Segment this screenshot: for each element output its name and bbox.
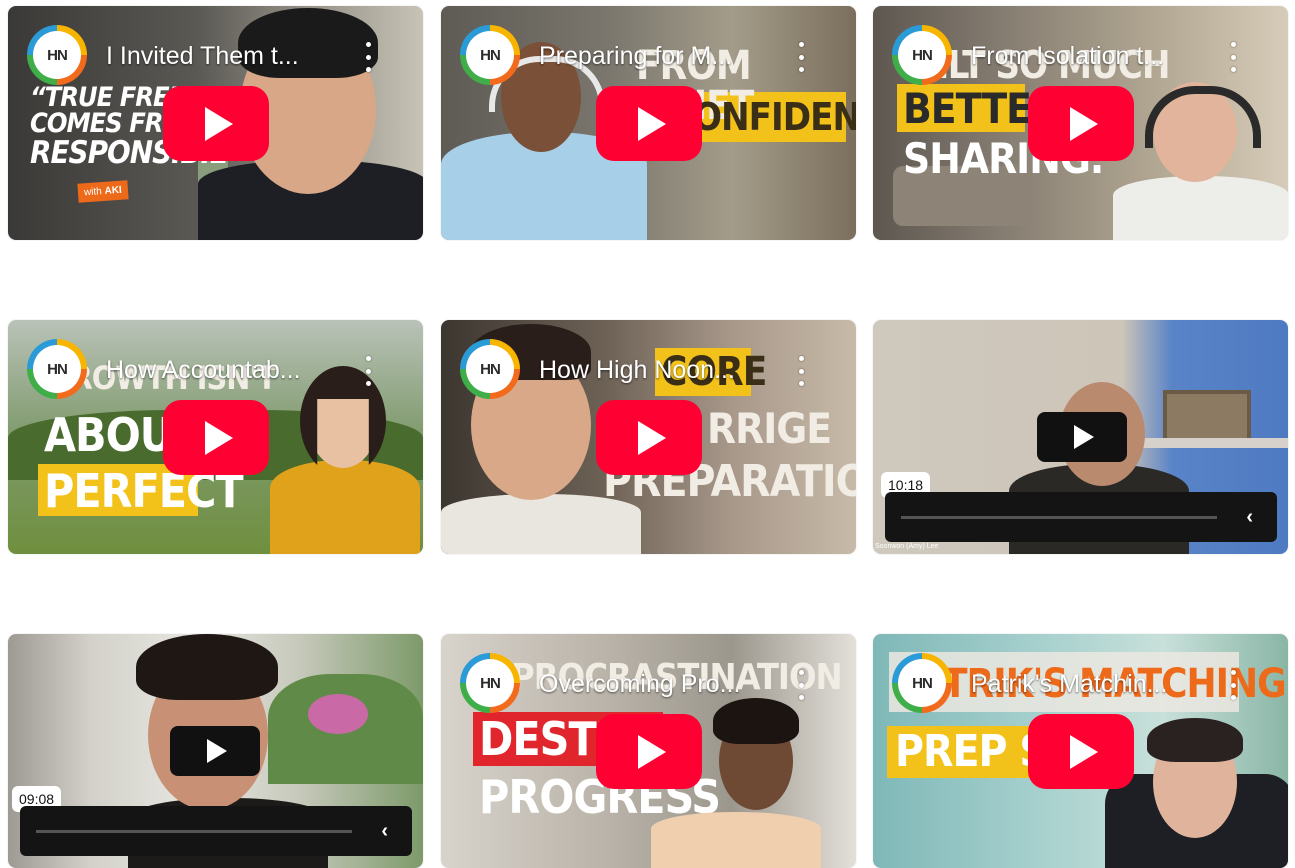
video-card[interactable]: FELT SO MUCH BETTER SHARING. HN From Iso… xyxy=(873,6,1288,240)
youtube-play-icon[interactable] xyxy=(596,400,702,475)
youtube-play-icon[interactable] xyxy=(596,86,702,161)
play-icon[interactable] xyxy=(1037,412,1127,462)
chevron-left-icon[interactable]: ‹ xyxy=(1246,506,1253,529)
more-vert-icon[interactable] xyxy=(796,42,806,72)
person-hair xyxy=(713,698,799,744)
video-card[interactable]: PROCRASTINATION DESTRO PROGRESS HN Overc… xyxy=(441,634,856,868)
video-title[interactable]: I Invited Them t... xyxy=(106,42,336,71)
video-player[interactable]: 10:18 ‹ Soonwon (Amy) Lee xyxy=(873,320,1288,554)
person-figure xyxy=(1113,176,1288,240)
person-hair xyxy=(1147,718,1243,762)
more-vert-icon[interactable] xyxy=(363,42,373,72)
youtube-play-icon[interactable] xyxy=(1028,86,1134,161)
channel-logo-icon[interactable]: HN xyxy=(460,25,520,85)
video-title[interactable]: From Isolation t... xyxy=(971,42,1201,71)
channel-logo-text: HN xyxy=(33,345,81,393)
player-controls[interactable]: ‹ xyxy=(20,806,412,856)
more-vert-icon[interactable] xyxy=(1228,42,1238,72)
progress-track[interactable] xyxy=(36,830,352,833)
video-card[interactable]: FROM QUIET ONFIDENT HN Preparing for M..… xyxy=(441,6,856,240)
video-card[interactable]: CORE RRIGE PREPARATION HN How High Noon.… xyxy=(441,320,856,554)
more-vert-icon[interactable] xyxy=(363,356,373,386)
person-figure xyxy=(270,460,420,554)
video-card[interactable]: GROWTH ISN'T ABOUT PERFECT HN How Accoun… xyxy=(8,320,423,554)
youtube-play-icon[interactable] xyxy=(1028,714,1134,789)
youtube-play-icon[interactable] xyxy=(163,86,269,161)
video-title[interactable]: How Accountab... xyxy=(106,356,336,385)
person-hair xyxy=(136,634,278,700)
youtube-play-icon[interactable] xyxy=(596,714,702,789)
more-vert-icon[interactable] xyxy=(796,356,806,386)
participant-name: Soonwon (Amy) Lee xyxy=(875,543,939,550)
channel-logo-icon[interactable]: HN xyxy=(460,339,520,399)
channel-logo-text: HN xyxy=(33,31,81,79)
play-icon[interactable] xyxy=(170,726,260,776)
person-figure xyxy=(441,494,641,554)
more-vert-icon[interactable] xyxy=(796,670,806,700)
channel-logo-icon[interactable]: HN xyxy=(27,339,87,399)
channel-logo-icon[interactable]: HN xyxy=(460,653,520,713)
guest-tag-name: AKI xyxy=(104,184,123,197)
channel-logo-text: HN xyxy=(466,659,514,707)
channel-logo-text: HN xyxy=(466,31,514,79)
video-card[interactable]: TRIK'S MATCHING PREP ST HN Patrik's Matc… xyxy=(873,634,1288,868)
thumbnail-headline-2: RRIGE xyxy=(707,404,832,453)
channel-logo-icon[interactable]: HN xyxy=(892,653,952,713)
guest-tag: with AKI xyxy=(77,180,129,203)
channel-logo-icon[interactable]: HN xyxy=(27,25,87,85)
channel-logo-text: HN xyxy=(898,659,946,707)
channel-logo-text: HN xyxy=(898,31,946,79)
video-title[interactable]: Overcoming Pro... xyxy=(539,670,769,699)
progress-track[interactable] xyxy=(901,516,1217,519)
video-title[interactable]: Patrik's Matchin... xyxy=(971,670,1201,699)
person-figure xyxy=(651,812,821,868)
more-vert-icon[interactable] xyxy=(1228,670,1238,700)
channel-logo-icon[interactable]: HN xyxy=(892,25,952,85)
youtube-play-icon[interactable] xyxy=(163,400,269,475)
video-title[interactable]: How High Noon... xyxy=(539,356,769,385)
video-card[interactable]: “TRUE FREEDOM COMES FROM RESPONSIBIL wit… xyxy=(8,6,423,240)
channel-logo-text: HN xyxy=(466,345,514,393)
player-controls[interactable]: ‹ xyxy=(885,492,1277,542)
video-player[interactable]: 09:08 ‹ xyxy=(8,634,423,868)
thumbnail-headline-2: ONFIDENT xyxy=(693,95,856,139)
pink-flowers xyxy=(308,694,368,734)
chevron-left-icon[interactable]: ‹ xyxy=(381,820,388,843)
guest-tag-prefix: with xyxy=(83,186,103,199)
video-title[interactable]: Preparing for M... xyxy=(539,42,769,71)
shelf xyxy=(1143,438,1288,448)
